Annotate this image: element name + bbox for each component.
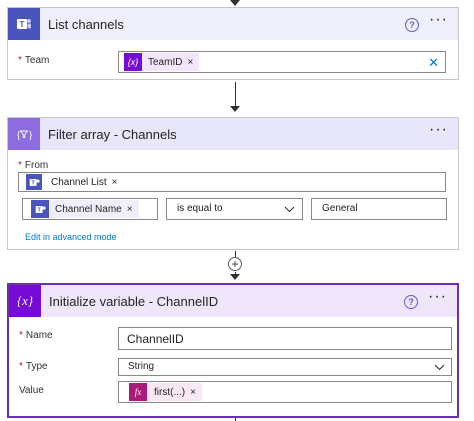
teamid-token[interactable]: {x} TeamID × [124,53,200,71]
team-label: * Team [18,55,50,66]
from-field[interactable]: T Channel List × [18,172,446,192]
filter-array-card: { } Filter array - Channels ··· * From T … [7,117,459,250]
filter-icon: { } [8,118,40,150]
filter-array-title: Filter array - Channels [48,127,177,142]
condition-right-value: General [322,203,358,214]
chevron-down-icon [284,206,295,213]
connector-arrow-2 [230,274,240,280]
name-value: ChannelID [127,332,184,346]
first-expression-token-label: first(...) [154,386,186,398]
channel-name-token-label: Channel Name [55,203,122,215]
svg-text:T: T [20,20,25,29]
initialize-variable-title: Initialize variable - ChannelID [49,294,219,309]
clear-field-icon[interactable]: ✕ [428,55,439,71]
help-icon[interactable]: ? [405,18,419,32]
remove-token-icon[interactable]: × [112,177,118,188]
name-label: * Name [19,330,53,341]
more-options-icon[interactable]: ··· [429,121,448,139]
variable-icon: {x} [9,285,41,317]
channel-list-token[interactable]: T Channel List × [26,173,123,191]
operator-value: is equal to [177,203,223,214]
from-label: * From [18,160,49,171]
chevron-down-icon [434,364,445,371]
svg-text:}: } [28,129,33,141]
more-options-icon[interactable]: ··· [428,288,447,306]
connector-arrow-1 [230,106,240,112]
remove-token-icon[interactable]: × [190,387,196,398]
connector-line-1 [235,82,236,108]
team-field[interactable]: {x} TeamID × ✕ [118,51,446,73]
initialize-variable-header[interactable]: {x} Initialize variable - ChannelID ? ··… [9,285,457,317]
condition-right-field[interactable]: General [311,198,447,220]
list-channels-header[interactable]: T List channels ? ··· [8,8,458,40]
first-expression-token[interactable]: fx first(...) × [129,383,202,401]
edit-advanced-mode-link[interactable]: Edit in advanced mode [25,232,117,242]
value-label: Value [19,385,44,396]
teams-icon: T [26,174,42,190]
operator-dropdown[interactable]: is equal to [166,198,303,220]
channel-list-token-label: Channel List [51,176,107,188]
filter-array-header[interactable]: { } Filter array - Channels ··· [8,118,458,150]
expression-icon: fx [129,383,147,401]
condition-left-field[interactable]: T Channel Name × [22,198,158,220]
type-value: String [128,361,155,372]
more-options-icon[interactable]: ··· [429,11,448,29]
channel-name-token[interactable]: T Channel Name × [31,200,139,218]
initialize-variable-card: {x} Initialize variable - ChannelID ? ··… [7,283,459,418]
type-label: * Type [19,361,48,372]
variable-icon-glyph: {x} [16,293,34,308]
remove-token-icon[interactable]: × [127,204,133,215]
list-channels-card: T List channels ? ··· * Team {x} TeamID ×… [7,7,459,80]
add-icon: + [231,256,239,271]
type-dropdown[interactable]: String [118,358,452,376]
teams-icon: T [31,200,49,218]
variable-icon: {x} [124,53,142,71]
teamid-token-label: TeamID [148,56,183,68]
insert-step-button[interactable]: + [228,257,242,271]
help-icon[interactable]: ? [404,295,418,309]
list-channels-title: List channels [48,17,124,32]
connector-arrow-top [230,0,240,6]
teams-icon: T [8,8,40,40]
remove-token-icon[interactable]: × [187,57,193,68]
name-field[interactable]: ChannelID [118,327,452,350]
value-field[interactable]: fx first(...) × [118,381,452,403]
